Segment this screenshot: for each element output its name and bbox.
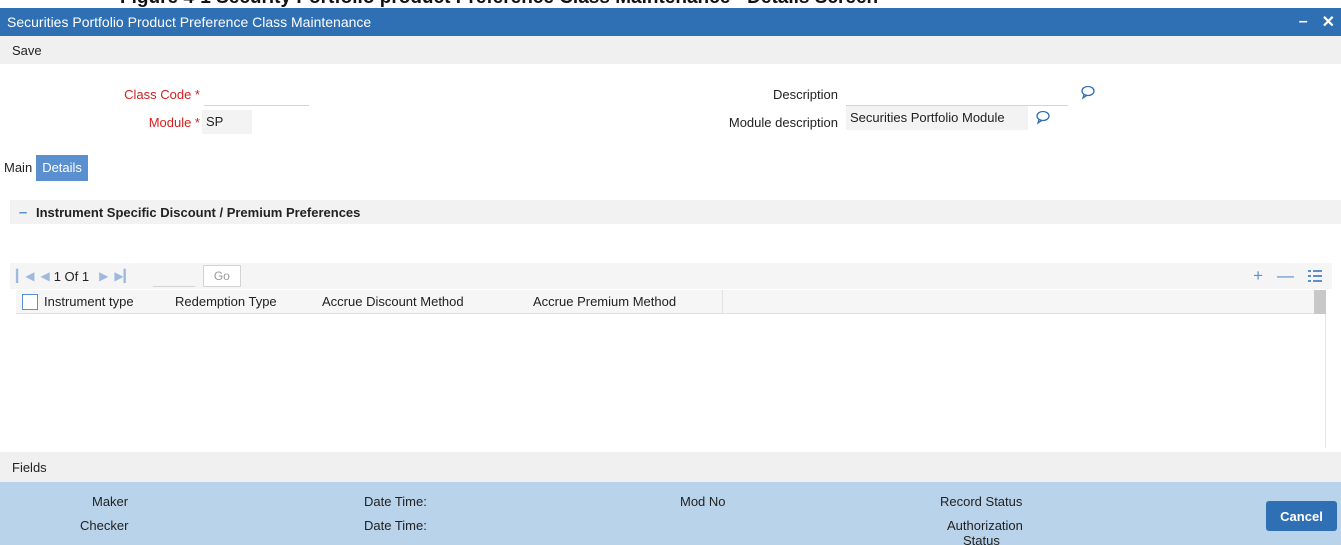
section-title: Instrument Specific Discount / Premium P…	[36, 204, 361, 220]
audit-panel: Maker Checker Date Time: Date Time: Mod …	[0, 482, 1341, 545]
next-page-icon[interactable]: ▶	[99, 269, 108, 283]
go-button[interactable]: Go	[202, 265, 241, 287]
checker-label: Checker	[80, 518, 129, 533]
toolbar: Save	[0, 36, 1341, 64]
maker-label: Maker	[92, 494, 129, 509]
record-status-label: Record Status	[940, 494, 1023, 509]
tab-details[interactable]: Details	[36, 155, 88, 181]
module-description-input[interactable]: Securities Portfolio Module	[846, 106, 1028, 130]
column-list-icon[interactable]	[1308, 269, 1322, 283]
page-number-input[interactable]	[152, 265, 195, 287]
previous-page-icon[interactable]: ◀	[40, 269, 49, 283]
close-icon[interactable]: ✕	[1322, 12, 1335, 32]
last-page-icon[interactable]: ▶▎	[114, 269, 132, 283]
add-row-icon[interactable]: +	[1253, 266, 1263, 286]
section-header: – Instrument Specific Discount / Premium…	[10, 200, 1341, 224]
class-code-input[interactable]	[204, 82, 309, 106]
first-page-icon[interactable]: ▎◀	[16, 269, 34, 283]
speech-bubble-icon[interactable]	[1080, 84, 1096, 100]
collapse-icon[interactable]: –	[10, 204, 36, 221]
column-accrue-discount-method[interactable]: Accrue Discount Method	[322, 294, 533, 309]
window-titlebar: Securities Portfolio Product Preference …	[0, 8, 1341, 36]
grid-header: Instrument type Redemption Type Accrue D…	[16, 289, 1314, 314]
delete-row-icon[interactable]: —	[1277, 266, 1294, 286]
page-indicator: 1 Of 1	[53, 268, 90, 284]
speech-bubble-icon[interactable]	[1035, 109, 1051, 125]
tab-bar: Main Details	[0, 155, 88, 181]
description-input[interactable]	[846, 82, 1068, 106]
class-code-label: Class Code *	[124, 87, 200, 102]
authorization-status-label-line2: Status	[963, 533, 1000, 545]
authorization-status-label: Authorization	[947, 518, 1023, 533]
column-accrue-premium-method[interactable]: Accrue Premium Method	[533, 289, 723, 314]
select-all-checkbox[interactable]	[22, 293, 38, 310]
save-button[interactable]: Save	[12, 43, 42, 58]
clipped-document-heading: Figure 4-1 Security Portfolio product Pr…	[0, 0, 1341, 8]
window-title: Securities Portfolio Product Preference …	[7, 14, 372, 30]
fields-bar: Fields	[0, 452, 1341, 482]
grid-pager: ▎◀ ◀ 1 Of 1 ▶ ▶▎ Go + —	[10, 263, 1332, 289]
module-input[interactable]: SP	[202, 110, 252, 134]
tab-main[interactable]: Main	[0, 155, 36, 181]
grid-body	[16, 314, 1326, 448]
cancel-button[interactable]: Cancel	[1266, 501, 1337, 531]
module-description-label: Module description	[728, 115, 838, 130]
description-label: Description	[772, 87, 838, 102]
column-redemption-type[interactable]: Redemption Type	[175, 294, 322, 309]
minimize-icon[interactable]: –	[1299, 13, 1308, 31]
column-instrument-type[interactable]: Instrument type	[44, 294, 175, 309]
fields-button[interactable]: Fields	[12, 460, 47, 475]
grid-scrollbar[interactable]	[1314, 290, 1326, 314]
maker-date-time-label: Date Time:	[364, 494, 427, 509]
module-label: Module *	[148, 115, 200, 130]
checker-date-time-label: Date Time:	[364, 518, 427, 533]
mod-no-label: Mod No	[680, 494, 726, 509]
